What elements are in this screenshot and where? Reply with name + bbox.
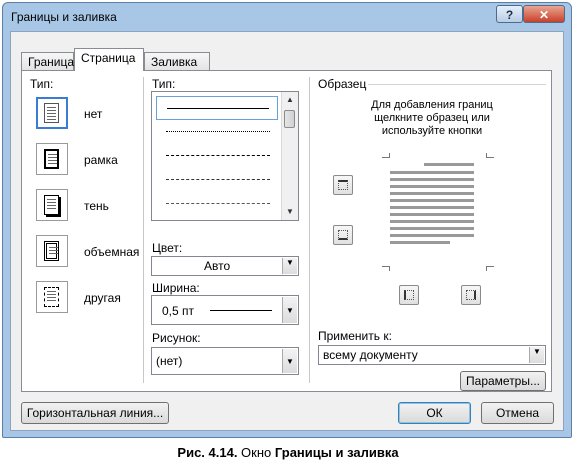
width-label: Ширина: (152, 281, 200, 295)
chevron-down-icon[interactable]: ▼ (282, 258, 297, 274)
preview-page[interactable] (382, 153, 494, 271)
divider (143, 77, 144, 383)
bottom-border-button[interactable] (333, 225, 353, 245)
chevron-down-icon[interactable]: ▼ (282, 349, 297, 373)
preview-hint-line: Для добавления границ (371, 99, 493, 111)
dialog-client: Граница Страница Заливка Тип: нет рамка … (10, 31, 564, 431)
setting-none-label[interactable]: нет (84, 107, 102, 121)
apply-to-label: Применить к: (318, 329, 392, 343)
color-label: Цвет: (152, 241, 183, 255)
top-border-button[interactable] (333, 175, 353, 195)
line-style-fine-dashed[interactable] (156, 144, 278, 168)
caption-number: Рис. 4.14. (177, 445, 238, 460)
options-button[interactable]: Параметры... (460, 371, 546, 391)
line-style-dash-dot[interactable] (156, 192, 278, 216)
style-label: Тип: (152, 77, 176, 91)
caption-title: Границы и заливка (274, 445, 399, 460)
tab-shading[interactable]: Заливка (144, 52, 210, 70)
scroll-thumb[interactable] (284, 110, 295, 128)
setting-shadow-icon[interactable] (36, 189, 68, 221)
setting-3d-label[interactable]: объемная (84, 245, 139, 259)
cancel-button[interactable]: Отмена (481, 402, 554, 424)
page-box-icon (44, 149, 59, 169)
width-line-sample (210, 310, 272, 311)
apply-to-select[interactable]: всему документу ▼ (318, 345, 546, 365)
setting-shadow-label[interactable]: тень (84, 199, 109, 213)
title-bar[interactable]: Границы и заливка ? ✕ (3, 3, 571, 31)
page-none-icon (44, 103, 59, 123)
ok-button[interactable]: ОК (398, 402, 471, 424)
setting-3d-icon[interactable] (36, 235, 68, 267)
chevron-down-icon[interactable]: ▼ (282, 297, 297, 323)
figure-caption: Рис. 4.14. Окно Границы и заливка (0, 445, 576, 460)
divider (309, 77, 310, 383)
setting-custom-label[interactable]: другая (84, 291, 121, 305)
left-border-button[interactable] (399, 285, 419, 305)
art-value: (нет) (156, 354, 183, 368)
setting-box-label[interactable]: рамка (84, 153, 118, 167)
tab-panel-page-border: Тип: нет рамка тень объемная другая Тип:… (21, 70, 552, 392)
color-select[interactable]: Авто ▼ (151, 256, 299, 276)
close-button[interactable]: ✕ (523, 5, 565, 23)
setting-label: Тип: (30, 77, 54, 91)
preview-label: Образец (318, 77, 367, 91)
scroll-up-arrow-icon[interactable]: ▲ (282, 92, 298, 108)
window-title: Границы и заливка (11, 10, 117, 24)
line-style-solid[interactable] (156, 96, 278, 120)
setting-custom-icon[interactable] (36, 281, 68, 313)
preview-rule (368, 84, 546, 85)
page-shadow-icon (44, 195, 59, 215)
color-value: Авто (204, 259, 231, 273)
line-style-scrollbar[interactable]: ▲ ▼ (281, 92, 298, 220)
scroll-down-arrow-icon[interactable]: ▼ (282, 204, 298, 220)
art-label: Рисунок: (152, 331, 201, 345)
chevron-down-icon[interactable]: ▼ (529, 347, 544, 363)
preview-hint-line: щелкните образец или (374, 112, 490, 124)
width-select[interactable]: 0,5 пт ▼ (151, 295, 299, 325)
line-style-dotted[interactable] (156, 120, 278, 144)
setting-box-icon[interactable] (36, 143, 68, 175)
line-style-dashed[interactable] (156, 168, 278, 192)
page-3d-icon (44, 241, 59, 261)
borders-and-shading-dialog: Границы и заливка ? ✕ Граница Страница З… (2, 2, 572, 438)
right-border-button[interactable] (461, 285, 481, 305)
art-select[interactable]: (нет) ▼ (151, 347, 299, 375)
caption-text: Окно (237, 445, 275, 460)
horizontal-line-button[interactable]: Горизонтальная линия... (21, 402, 169, 424)
line-style-list[interactable]: ▲ ▼ (151, 91, 299, 221)
apply-to-value: всему документу (323, 348, 418, 362)
tab-page-border[interactable]: Страница (74, 48, 144, 71)
page-custom-icon (44, 287, 59, 307)
help-button[interactable]: ? (496, 5, 523, 23)
setting-none-icon[interactable] (36, 97, 68, 129)
preview-hint: Для добавления границ щелкните образец и… (318, 99, 546, 138)
preview-hint-line: используйте кнопки (381, 125, 483, 137)
tab-borders[interactable]: Граница (21, 52, 74, 70)
width-value: 0,5 пт (162, 304, 195, 318)
